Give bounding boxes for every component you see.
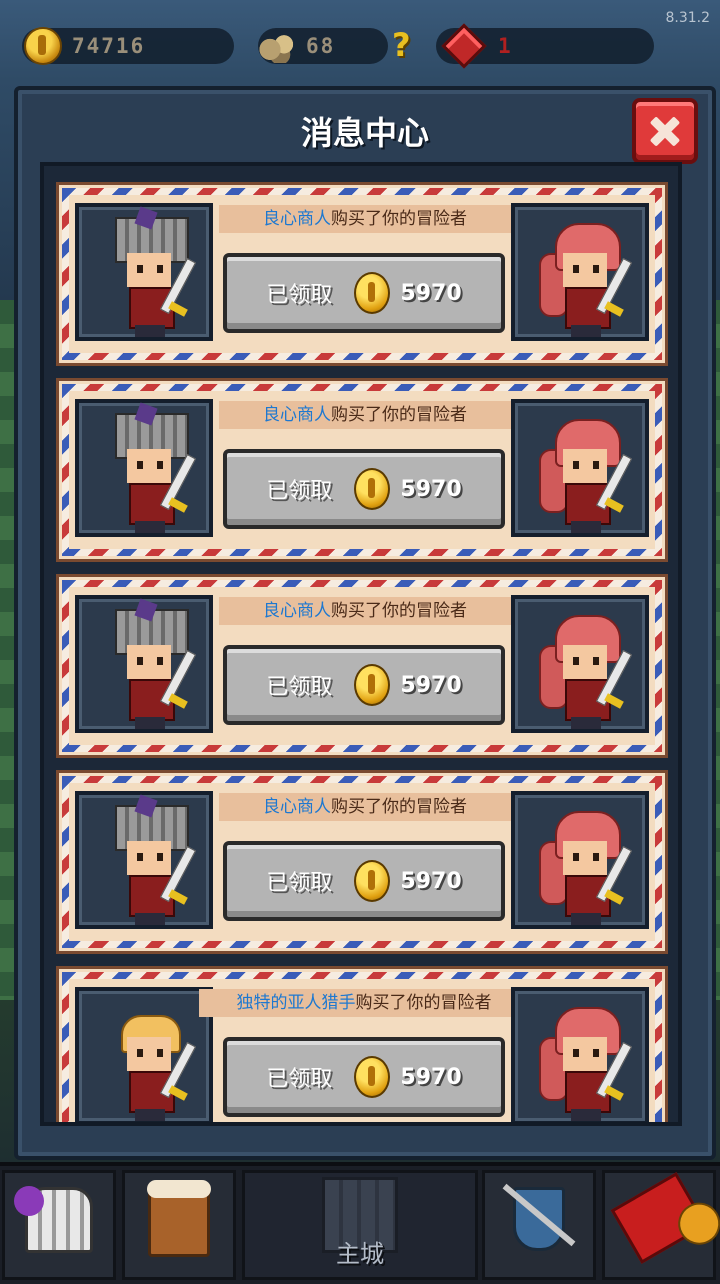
blond-swordsman-icon: [93, 997, 203, 1121]
tavern-mug-icon: [147, 1180, 211, 1257]
gold-coin-icon: [24, 27, 62, 65]
gold-coin-icon: [354, 468, 391, 510]
pink-hair-swordswoman-icon: [529, 997, 639, 1121]
adventurer-portrait: [511, 595, 649, 733]
claimed-button[interactable]: 已领取 5970: [223, 1037, 505, 1117]
red-gem-icon: [441, 23, 487, 69]
shield-swords-icon: [513, 1187, 565, 1251]
gem-value: 1: [498, 34, 513, 58]
adventurer-portrait: [511, 987, 649, 1122]
nav-rewards[interactable]: [602, 1170, 716, 1280]
gem-counter[interactable]: 1: [436, 23, 654, 69]
red-envelope-coin-icon: [610, 1172, 708, 1264]
helmet-icon: [14, 1186, 93, 1253]
help-icon[interactable]: ?: [392, 26, 411, 64]
helmet-knight-icon: [93, 794, 203, 925]
gold-coin-icon: [354, 860, 391, 902]
pink-hair-swordswoman-icon: [529, 409, 639, 533]
seller-portrait: [75, 791, 213, 929]
buyer-name[interactable]: 独特的亚人猎手: [237, 993, 356, 1013]
message-list-scroll[interactable]: 良心商人购买了你的冒险者 已领取 5970 良心商人购买了你的冒险者 已领取 5…: [40, 162, 682, 1126]
reward-amount: 5970: [400, 476, 462, 502]
helmet-knight-icon: [93, 206, 203, 337]
gold-coin-icon: [354, 1056, 391, 1098]
message-text: 良心商人购买了你的冒险者: [219, 401, 511, 429]
ore-counter[interactable]: 68: [258, 28, 388, 64]
nav-main-city-label: 主城: [336, 1240, 384, 1268]
claimed-button[interactable]: 已领取 5970: [223, 449, 505, 529]
seller-portrait: [75, 203, 213, 341]
resource-bar: 74716 68 ? 1 8.31.2: [0, 0, 720, 80]
reward-amount: 5970: [400, 868, 462, 894]
nav-battle[interactable]: [482, 1170, 596, 1280]
close-button[interactable]: [632, 98, 698, 164]
seller-portrait: [75, 987, 213, 1122]
version-label: 8.31.2: [665, 10, 710, 26]
gold-counter[interactable]: 74716: [22, 27, 234, 65]
nav-tavern[interactable]: [122, 1170, 236, 1280]
seller-portrait: [75, 595, 213, 733]
message-text: 独特的亚人猎手购买了你的冒险者: [199, 989, 529, 1017]
message-card: 良心商人购买了你的冒险者 已领取 5970: [56, 378, 668, 562]
claimed-button[interactable]: 已领取 5970: [223, 645, 505, 725]
pink-hair-swordswoman-icon: [529, 213, 639, 337]
adventurer-portrait: [511, 791, 649, 929]
message-text: 良心商人购买了你的冒险者: [219, 205, 511, 233]
message-card: 良心商人购买了你的冒险者 已领取 5970: [56, 182, 668, 366]
reward-amount: 5970: [400, 280, 462, 306]
nav-adventurers[interactable]: [2, 1170, 116, 1280]
pink-hair-swordswoman-icon: [529, 605, 639, 729]
buyer-name[interactable]: 良心商人: [263, 797, 331, 817]
ore-icon: [258, 29, 298, 63]
claimed-button[interactable]: 已领取 5970: [223, 253, 505, 333]
pink-hair-swordswoman-icon: [529, 801, 639, 925]
claim-label: 已领取: [266, 283, 333, 308]
helmet-knight-icon: [93, 402, 203, 533]
gold-value: 74716: [72, 34, 146, 58]
message-card: 良心商人购买了你的冒险者 已领取 5970: [56, 574, 668, 758]
message-text: 良心商人购买了你的冒险者: [219, 597, 511, 625]
nav-main-city[interactable]: 主城: [242, 1170, 478, 1280]
ore-value: 68: [306, 34, 336, 58]
claim-label: 已领取: [266, 1067, 333, 1092]
claim-label: 已领取: [266, 871, 333, 896]
seller-portrait: [75, 399, 213, 537]
adventurer-portrait: [511, 203, 649, 341]
helmet-knight-icon: [93, 598, 203, 729]
bottom-nav: 主城: [0, 1162, 720, 1284]
message-center-modal: 消息中心 良心商人购买了你的冒险者 已领取 5970 良心商人购买了你的冒险者 …: [14, 86, 716, 1160]
message-text: 良心商人购买了你的冒险者: [219, 793, 511, 821]
reward-amount: 5970: [400, 672, 462, 698]
claim-label: 已领取: [266, 675, 333, 700]
reward-amount: 5970: [400, 1064, 462, 1090]
modal-title: 消息中心: [300, 114, 429, 152]
gold-coin-icon: [354, 272, 391, 314]
buyer-name[interactable]: 良心商人: [263, 209, 331, 229]
claim-label: 已领取: [266, 479, 333, 504]
buyer-name[interactable]: 良心商人: [263, 601, 331, 621]
gold-coin-icon: [354, 664, 391, 706]
message-list: 良心商人购买了你的冒险者 已领取 5970 良心商人购买了你的冒险者 已领取 5…: [56, 182, 668, 1122]
claimed-button[interactable]: 已领取 5970: [223, 841, 505, 921]
buyer-name[interactable]: 良心商人: [263, 405, 331, 425]
adventurer-portrait: [511, 399, 649, 537]
message-card: 独特的亚人猎手购买了你的冒险者 已领取 5970: [56, 966, 668, 1122]
message-card: 良心商人购买了你的冒险者 已领取 5970: [56, 770, 668, 954]
